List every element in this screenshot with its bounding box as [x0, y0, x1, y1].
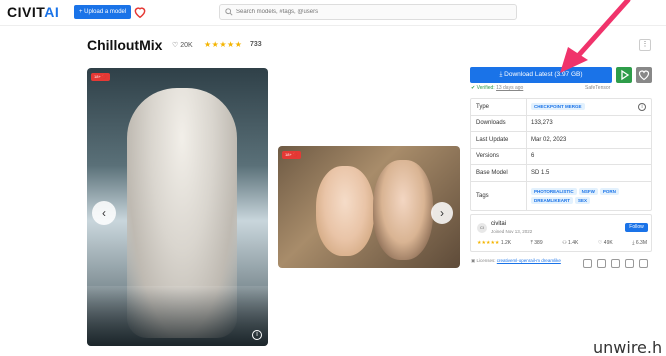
creator-stats: ★★★★★ 1.2K ⤒ 389 ⚇ 1.4K ♡ 49K ⤓ 6.3M	[477, 240, 647, 246]
detail-row-type: Type CHECKPOINT MERGE i	[471, 99, 651, 116]
search-bar[interactable]	[219, 4, 517, 20]
follow-button[interactable]: Follow	[625, 223, 648, 232]
verified-prefix: Verified:	[476, 85, 495, 91]
next-image-button[interactable]: ›	[431, 202, 453, 224]
detail-value: 133,273	[531, 120, 553, 127]
detail-row-base-model: Base Model SD 1.5	[471, 165, 651, 182]
upload-model-button[interactable]: + Upload a model	[74, 5, 132, 19]
creator-uploads: ⤒ 389	[530, 240, 543, 246]
permission-image-icon	[597, 259, 606, 268]
permission-cart-icon	[625, 259, 634, 268]
info-icon[interactable]: i	[638, 102, 646, 111]
permission-tool-icon	[611, 259, 620, 268]
detail-row-tags: Tags PHOTOREALISTIC NSFW PORN DREAMLIKEA…	[471, 181, 651, 210]
model-title: ChilloutMix	[87, 37, 163, 53]
detail-row-downloads: Downloads 133,273	[471, 115, 651, 132]
detail-value: 6	[531, 153, 535, 160]
tag-list: PHOTOREALISTIC NSFW PORN DREAMLIKEART SE…	[527, 187, 651, 204]
detail-value: Mar 02, 2023	[531, 136, 567, 143]
image-floor-shade	[87, 286, 268, 346]
civitai-logo[interactable]: CIVITAI	[7, 4, 59, 20]
download-latest-button[interactable]: ⤓ Download Latest (3.97 GB)	[470, 67, 612, 83]
favorite-button[interactable]	[636, 67, 652, 83]
creator-downloads: ⤓ 6.3M	[632, 240, 647, 246]
heart-icon[interactable]	[133, 5, 147, 19]
creator-card: CI civitai Joined Nov 13, 2022 Follow ★★…	[470, 214, 652, 252]
license-info: ▣ Licenses: creativeml-openrail-m dreaml…	[471, 258, 561, 263]
creator-rating-count: 1.2K	[500, 240, 512, 246]
detail-key: Type	[471, 99, 527, 115]
detail-value: SD 1.5	[531, 169, 550, 176]
detail-key: Versions	[471, 148, 527, 164]
creator-favorites: ♡ 49K	[597, 240, 613, 246]
tag-chip[interactable]: PHOTOREALISTIC	[531, 187, 577, 195]
creator-rating: ★★★★★ 1.2K	[477, 240, 511, 246]
info-icon[interactable]: i	[252, 330, 262, 340]
nsfw-badge[interactable]: 18+ 🚫	[282, 151, 301, 159]
watermark: unwire.h	[593, 338, 663, 356]
heart-icon	[638, 70, 650, 81]
logo-main: CIVIT	[7, 4, 45, 20]
license-prefix: Licenses:	[476, 258, 496, 263]
detail-key: Tags	[471, 181, 527, 210]
creator-joined: Joined Nov 13, 2022	[491, 229, 533, 234]
portrait-right	[373, 160, 433, 260]
search-input[interactable]	[236, 5, 506, 19]
run-model-button[interactable]	[616, 67, 632, 83]
license-permission-icons	[583, 259, 648, 268]
detail-key: Last Update	[471, 132, 527, 148]
creator-name[interactable]: civitai	[491, 221, 506, 227]
nsfw-badge[interactable]: 18+ 🚫	[91, 73, 110, 81]
previous-image-button[interactable]: ‹	[92, 201, 116, 225]
verified-status: ✔ Verified: 13 days ago	[471, 85, 524, 91]
tag-chip[interactable]: SEX	[575, 196, 591, 204]
detail-row-versions: Versions 6	[471, 148, 651, 165]
type-tag[interactable]: CHECKPOINT MERGE	[531, 103, 585, 111]
creator-followers: ⚇ 1.4K	[562, 240, 579, 246]
tag-chip[interactable]: PORN	[599, 187, 619, 195]
verified-date[interactable]: 13 days ago	[496, 85, 523, 91]
portrait-left	[316, 166, 374, 256]
file-type: SafeTensor	[585, 85, 611, 91]
license-link[interactable]: creativeml-openrail-m dreamlike	[497, 258, 561, 263]
permission-user-icon	[583, 259, 592, 268]
search-icon	[225, 8, 233, 16]
detail-row-last-update: Last Update Mar 02, 2023	[471, 132, 651, 149]
rating-stars[interactable]: ★★★★★	[204, 40, 242, 49]
detail-value: CHECKPOINT MERGE i	[527, 102, 651, 111]
more-options-button[interactable]: ⋮	[639, 39, 651, 51]
tag-chip[interactable]: DREAMLIKEART	[531, 196, 573, 204]
play-icon	[621, 69, 630, 81]
avatar[interactable]: CI	[477, 223, 487, 233]
detail-key: Base Model	[471, 165, 527, 181]
permission-share-icon	[639, 259, 648, 268]
details-table: Type CHECKPOINT MERGE i Downloads 133,273…	[470, 98, 652, 211]
detail-key: Downloads	[471, 115, 527, 131]
creator-stars: ★★★★★	[477, 240, 500, 246]
logo-accent: AI	[44, 4, 60, 20]
likes-count[interactable]: ♡ 20K	[172, 41, 193, 49]
top-header: CIVITAI + Upload a model	[0, 0, 666, 26]
tag-chip[interactable]: NSFW	[578, 187, 598, 195]
rating-count: 733	[250, 41, 262, 48]
